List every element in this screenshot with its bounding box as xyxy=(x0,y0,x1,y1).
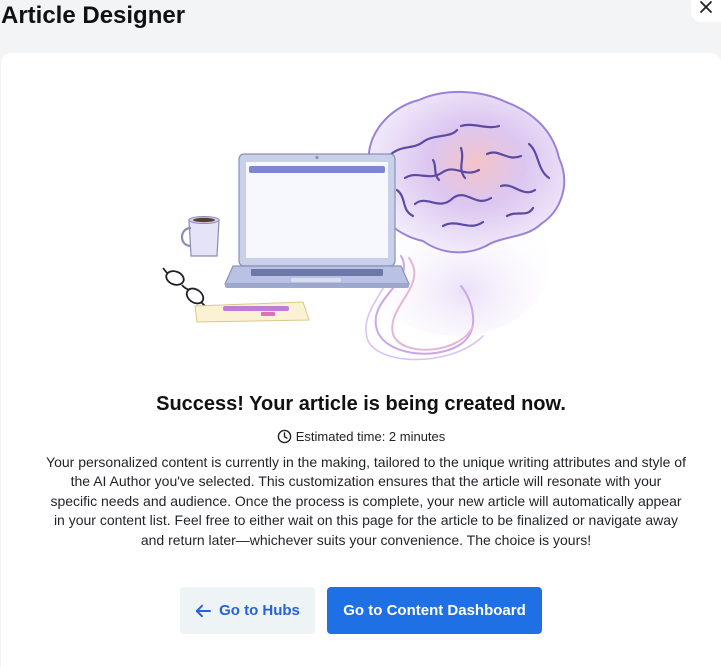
action-buttons: Go to Hubs Go to Content Dashboard xyxy=(1,587,721,634)
success-headline: Success! Your article is being created n… xyxy=(156,393,566,415)
clock-icon xyxy=(277,429,292,444)
go-to-hubs-label: Go to Hubs xyxy=(219,602,300,619)
success-description: Your personalized content is currently i… xyxy=(46,454,686,548)
go-to-hubs-button[interactable]: Go to Hubs xyxy=(180,587,315,634)
glasses-icon xyxy=(162,267,208,309)
laptop-icon xyxy=(224,153,410,288)
coffee-mug-icon xyxy=(180,216,220,257)
arrow-left-icon xyxy=(195,604,212,617)
brain-laptop-illustration xyxy=(162,91,566,361)
brain-icon xyxy=(367,91,566,254)
notepad-pen-icon xyxy=(194,301,310,323)
modal-header: Article Designer xyxy=(0,0,721,52)
close-icon xyxy=(700,1,712,13)
go-to-content-dashboard-button[interactable]: Go to Content Dashboard xyxy=(327,587,542,634)
success-card: Success! Your article is being created n… xyxy=(1,53,721,667)
close-button[interactable] xyxy=(691,0,721,22)
modal-title: Article Designer xyxy=(1,2,186,29)
estimated-time-text: Estimated time: 2 minutes xyxy=(295,429,446,444)
estimated-time: Estimated time: 2 minutes xyxy=(1,429,721,444)
go-to-content-dashboard-label: Go to Content Dashboard xyxy=(343,602,526,619)
